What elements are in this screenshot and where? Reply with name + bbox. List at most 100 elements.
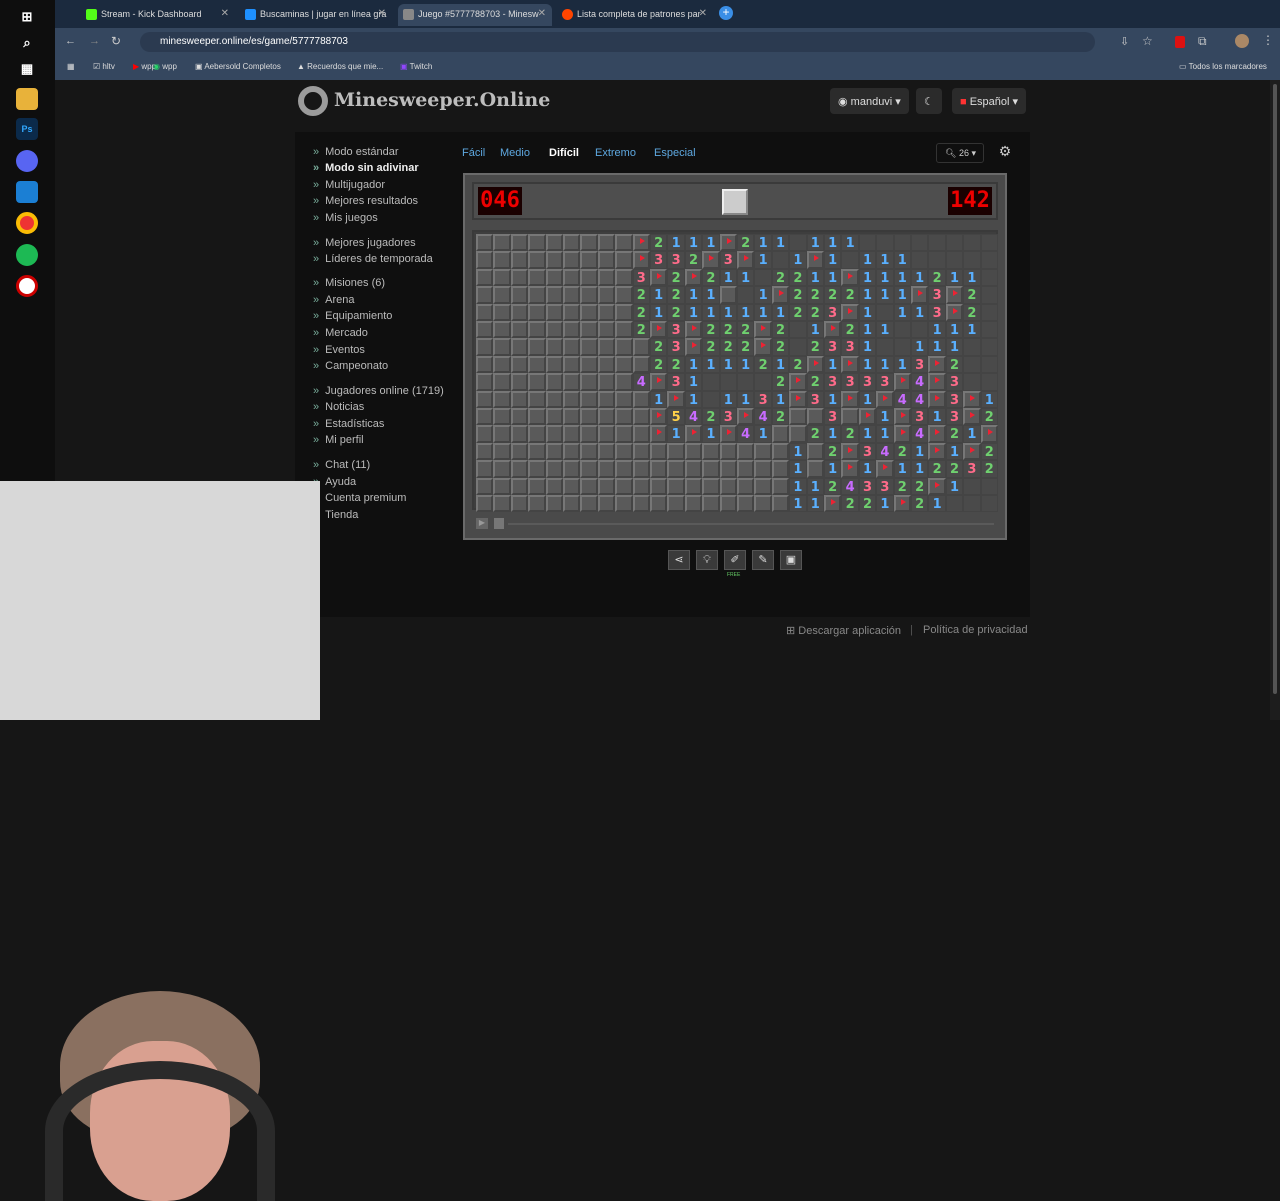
cell-number[interactable]: 1 [702, 286, 720, 304]
windows-start-icon[interactable]: ⊞ [16, 6, 38, 28]
cell-number[interactable]: 1 [928, 408, 946, 426]
cell-empty[interactable] [963, 477, 981, 495]
cell-hidden[interactable] [493, 373, 511, 391]
cell-hidden[interactable] [545, 321, 563, 339]
cell-number[interactable]: 1 [789, 477, 807, 495]
cell-number[interactable]: 2 [824, 286, 842, 304]
smiley-face-button[interactable]: ☺ [722, 189, 748, 215]
tab-game[interactable]: Juego #5777788703 - Minesw ✕ [398, 4, 552, 26]
cell-number[interactable]: 1 [945, 321, 964, 339]
cell-hidden[interactable] [684, 442, 703, 461]
cell-number[interactable]: 1 [754, 286, 772, 304]
flag-icon[interactable] [945, 286, 964, 304]
cell-number[interactable]: 3 [667, 251, 685, 269]
cell-number[interactable]: 1 [650, 390, 668, 408]
apps-icon[interactable]: ▦ [67, 62, 75, 71]
nav-cuenta-premium[interactable]: Cuenta premium [313, 492, 406, 504]
cell-number[interactable]: 2 [737, 338, 755, 356]
flag-icon[interactable] [632, 234, 650, 252]
flag-icon[interactable] [684, 425, 703, 443]
cell-number[interactable]: 1 [702, 355, 720, 374]
nav-mejores-jugadores[interactable]: Mejores jugadores [313, 237, 416, 249]
cell-hidden[interactable] [580, 234, 598, 252]
cell-hidden[interactable] [545, 477, 563, 495]
cell-number[interactable]: 2 [667, 268, 685, 287]
cell-hidden[interactable] [476, 303, 494, 321]
image-icon[interactable]: ▣ [780, 550, 802, 570]
cell-number[interactable]: 1 [963, 321, 981, 339]
cell-hidden[interactable] [632, 425, 650, 443]
cell-number[interactable]: 3 [858, 477, 877, 495]
cell-number[interactable]: 3 [824, 303, 842, 321]
cell-hidden[interactable] [580, 268, 598, 287]
cell-hidden[interactable] [597, 355, 616, 374]
footer-privacy-link[interactable]: Política de privacidad [923, 624, 1028, 636]
cell-number[interactable]: 1 [667, 234, 685, 252]
nav-noticias[interactable]: Noticias [313, 401, 364, 413]
cell-hidden[interactable] [528, 477, 546, 495]
cell-hidden[interactable] [563, 373, 581, 391]
flag-icon[interactable] [841, 460, 859, 478]
cell-hidden[interactable] [510, 268, 529, 287]
flag-icon[interactable] [928, 355, 946, 374]
cell-number[interactable]: 3 [858, 442, 877, 461]
nav-campeonato[interactable]: Campeonato [313, 360, 388, 372]
cell-hidden[interactable] [580, 338, 598, 356]
cell-number[interactable]: 2 [789, 268, 807, 287]
cell-number[interactable]: 1 [824, 251, 842, 269]
cell-hidden[interactable] [615, 390, 633, 408]
cell-hidden[interactable] [632, 442, 650, 461]
cell-hidden[interactable] [580, 251, 598, 269]
cell-number[interactable]: 1 [911, 303, 929, 321]
cell-number[interactable]: 4 [841, 477, 859, 495]
flag-icon[interactable] [928, 442, 946, 461]
cell-empty[interactable] [963, 234, 981, 252]
cell-number[interactable]: 1 [858, 338, 877, 356]
cell-number[interactable]: 1 [858, 251, 877, 269]
cell-hidden[interactable] [545, 234, 563, 252]
cell-hidden[interactable] [476, 495, 494, 513]
flag-icon[interactable] [928, 477, 946, 495]
flag-icon[interactable] [841, 303, 859, 321]
cell-hidden[interactable] [771, 495, 790, 513]
cell-empty[interactable] [980, 338, 998, 356]
chrome-icon[interactable] [16, 212, 38, 234]
cell-hidden[interactable] [563, 338, 581, 356]
cell-hidden[interactable] [563, 355, 581, 374]
cell-hidden[interactable] [493, 286, 511, 304]
flag-icon[interactable] [684, 321, 703, 339]
cell-number[interactable]: 1 [893, 268, 911, 287]
mode-facil[interactable]: Fácil [462, 147, 485, 159]
flag-icon[interactable] [928, 373, 946, 391]
flag-icon[interactable] [824, 321, 842, 339]
cell-hidden[interactable] [684, 477, 703, 495]
cell-hidden[interactable] [597, 460, 616, 478]
cell-number[interactable]: 1 [911, 442, 929, 461]
cell-hidden[interactable] [545, 495, 563, 513]
cell-hidden[interactable] [580, 460, 598, 478]
flag-icon[interactable] [719, 425, 737, 443]
cell-number[interactable]: 1 [737, 390, 755, 408]
cell-number[interactable]: 3 [650, 251, 668, 269]
mine-logo-icon[interactable] [298, 86, 328, 116]
bookmark-item[interactable]: ▣ Aebersold Completos [195, 62, 281, 71]
cell-number[interactable]: 1 [911, 338, 929, 356]
cell-empty[interactable] [945, 251, 964, 269]
cell-number[interactable]: 2 [806, 303, 824, 321]
flag-icon[interactable] [893, 425, 911, 443]
cell-hidden[interactable] [806, 442, 824, 461]
cell-hidden[interactable] [615, 355, 633, 374]
user-menu-button[interactable]: ◉ manduvi ▾ [830, 88, 909, 114]
tab-buscaminas[interactable]: Buscaminas | jugar en línea gra ✕ [240, 4, 392, 26]
cell-number[interactable]: 3 [754, 390, 772, 408]
cell-number[interactable]: 2 [841, 321, 859, 339]
flag-icon[interactable] [928, 390, 946, 408]
flag-icon[interactable] [893, 373, 911, 391]
cell-hidden[interactable] [719, 495, 737, 513]
cell-empty[interactable] [911, 321, 929, 339]
cell-hidden[interactable] [476, 477, 494, 495]
cell-hidden[interactable] [493, 268, 511, 287]
cell-hidden[interactable] [580, 286, 598, 304]
vscode-icon[interactable] [16, 181, 38, 203]
nav-arena[interactable]: Arena [313, 294, 354, 306]
